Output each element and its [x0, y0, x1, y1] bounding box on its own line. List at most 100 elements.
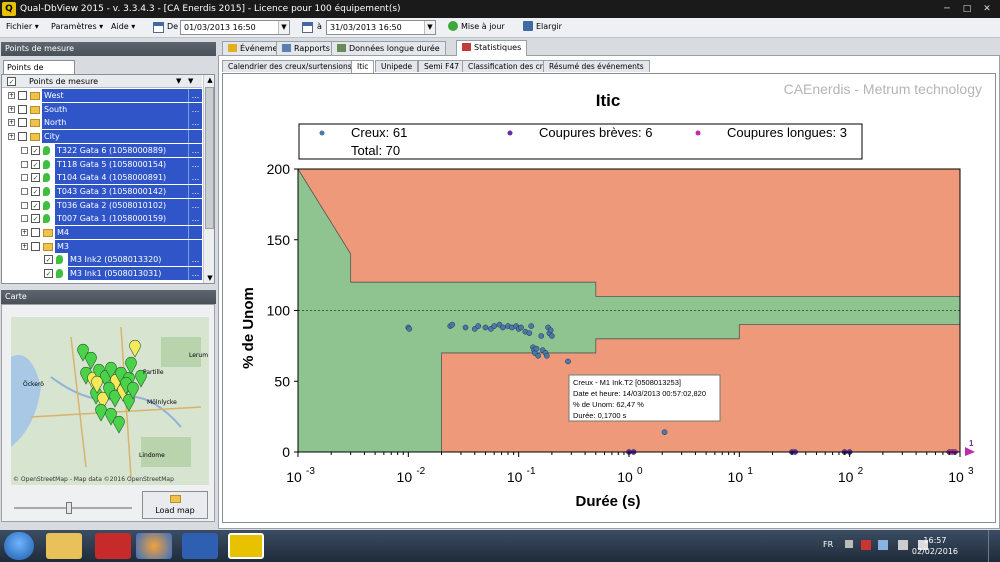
subtab-1[interactable]: Itic [351, 60, 375, 73]
data-point[interactable] [543, 352, 550, 359]
checkbox[interactable] [18, 104, 27, 114]
tree-item-options-button[interactable] [188, 239, 202, 253]
filter-icon[interactable]: ▼ [176, 75, 181, 88]
maximize-button[interactable]: □ [956, 2, 978, 16]
tree-item-options-button[interactable]: ... [188, 143, 202, 157]
tree-item-options-button[interactable]: ... [188, 157, 202, 171]
data-point[interactable] [533, 345, 540, 352]
data-point[interactable] [535, 352, 541, 359]
data-point[interactable] [491, 323, 498, 329]
map-view[interactable]: Lerum Öckerö Partille Mölnlycke Lindome … [11, 317, 209, 485]
scroll-up-icon[interactable]: ▲ [204, 75, 214, 85]
tree-item[interactable]: ✓ T322 Gata 6 (1058000889)... [2, 143, 202, 157]
expand-toggle-icon[interactable] [21, 215, 28, 223]
from-date-input[interactable]: 01/03/2013 16:50 ▼ [180, 20, 290, 35]
data-point[interactable] [547, 327, 554, 334]
checkbox[interactable]: ✓ [31, 145, 40, 155]
tray-app-icon[interactable] [861, 540, 871, 550]
tray-network-icon[interactable] [878, 540, 888, 550]
refresh-button[interactable]: Mise à jour [448, 21, 505, 31]
data-point[interactable] [538, 333, 545, 339]
tree-item-options-button[interactable] [188, 130, 202, 144]
menu-parametres[interactable]: Paramètres ▾ [51, 22, 103, 31]
data-point[interactable] [661, 429, 668, 436]
checkbox[interactable] [18, 132, 27, 142]
close-button[interactable]: ✕ [976, 2, 998, 16]
data-point[interactable] [449, 321, 456, 328]
data-point[interactable] [528, 323, 535, 329]
checkbox[interactable]: ✓ [31, 186, 40, 196]
clock[interactable]: 16:57 02/02/2016 [912, 535, 958, 557]
checkbox[interactable] [18, 91, 27, 100]
chevron-down-icon[interactable]: ▼ [278, 21, 289, 34]
tree-item[interactable]: + North... [2, 116, 202, 130]
subtab-3[interactable]: Semi F47 [418, 60, 466, 72]
points-tab[interactable]: Points de mesure [3, 60, 75, 85]
tree-item-options-button[interactable]: ... [188, 212, 202, 226]
tree-item[interactable]: ✓ T104 Gata 4 (1058000891)... [2, 171, 202, 185]
minimize-button[interactable]: ─ [936, 2, 958, 16]
chevron-down-icon[interactable]: ▼ [188, 75, 193, 88]
start-button[interactable] [4, 532, 34, 560]
tree-item[interactable]: ✓ M3 Ink1 (0508013031)... [2, 267, 202, 281]
itic-chart[interactable]: 05010015020010 -3 10 -2 10 -1 10 0 10 1 10 2 10 3 Iti… [223, 74, 995, 522]
tree-item[interactable]: ✓ T036 Gata 2 (0508010102)... [2, 198, 202, 212]
qual-dbview-icon[interactable] [228, 533, 264, 559]
tree-item[interactable]: ✓ T043 Gata 3 (1058000142)... [2, 184, 202, 198]
to-date-input[interactable]: 31/03/2013 16:50 ▼ [326, 20, 436, 35]
expand-toggle-icon[interactable]: + [21, 229, 28, 236]
tree-scrollbar[interactable]: ▲ ▼ [203, 75, 214, 283]
expand-toggle-icon[interactable] [21, 174, 28, 182]
data-point[interactable] [462, 324, 469, 331]
tree-item-options-button[interactable] [188, 226, 202, 239]
data-point[interactable] [549, 333, 555, 339]
tray-arrow-icon[interactable] [845, 540, 853, 548]
tree-item[interactable]: ✓ M3 Ink2 (0508013320)... [2, 253, 202, 267]
slider-knob[interactable] [66, 502, 72, 514]
tree-item[interactable]: ✓ T007 Gata 1 (1058000159)... [2, 212, 202, 226]
tree-item-options-button[interactable]: ... [188, 184, 202, 198]
expand-toggle-icon[interactable]: + [8, 133, 15, 141]
tree-item[interactable]: + South... [2, 102, 202, 116]
word-icon[interactable] [182, 533, 218, 559]
tab-2[interactable]: Données longue durée [331, 41, 446, 56]
tree-item[interactable]: + M4 [2, 226, 202, 239]
zoom-slider[interactable] [14, 501, 132, 515]
data-point[interactable] [500, 324, 506, 331]
expand-toggle-icon[interactable]: + [8, 105, 15, 113]
data-point[interactable] [565, 358, 571, 365]
expand-toggle-icon[interactable]: + [21, 242, 28, 250]
subtab-0[interactable]: Calendrier des creux/surtensions [222, 60, 358, 72]
data-point[interactable] [475, 323, 482, 329]
checkbox[interactable]: ✓ [31, 159, 40, 169]
chevron-down-icon[interactable]: ▼ [424, 21, 435, 34]
scroll-down-icon[interactable]: ▼ [204, 273, 214, 283]
checkbox[interactable]: ✓ [31, 200, 40, 210]
expand-toggle-icon[interactable] [21, 146, 28, 154]
checkbox[interactable]: ✓ [31, 173, 40, 183]
checkbox-all[interactable]: ✓ [7, 77, 16, 86]
load-map-button[interactable]: Load map [142, 491, 208, 519]
subtab-2[interactable]: Unipede [375, 60, 419, 72]
expand-toggle-icon[interactable]: + [8, 92, 15, 99]
tree-item[interactable]: + M3 [2, 239, 202, 253]
tree-item[interactable]: ✓ T118 Gata 5 (1058000154)... [2, 157, 202, 171]
data-point[interactable] [406, 326, 413, 332]
data-point[interactable] [518, 324, 524, 331]
tree-item-options-button[interactable]: ... [188, 198, 202, 212]
expand-toggle-icon[interactable] [21, 201, 28, 209]
scroll-thumb[interactable] [205, 87, 214, 229]
tray-flag-icon[interactable] [898, 540, 908, 550]
tree-item-options-button[interactable]: ... [188, 116, 202, 130]
pdf-reader-icon[interactable] [95, 533, 131, 559]
checkbox[interactable]: ✓ [44, 269, 53, 279]
expand-toggle-icon[interactable]: + [8, 119, 15, 127]
tree-item-options-button[interactable]: ... [188, 102, 202, 116]
explorer-icon[interactable] [46, 533, 82, 559]
data-point[interactable] [526, 330, 533, 336]
checkbox[interactable] [18, 118, 27, 128]
checkbox[interactable]: ✓ [44, 255, 53, 265]
tree-item[interactable]: + City [2, 130, 202, 144]
checkbox[interactable] [31, 241, 40, 251]
tree-item-options-button[interactable]: ... [188, 171, 202, 185]
